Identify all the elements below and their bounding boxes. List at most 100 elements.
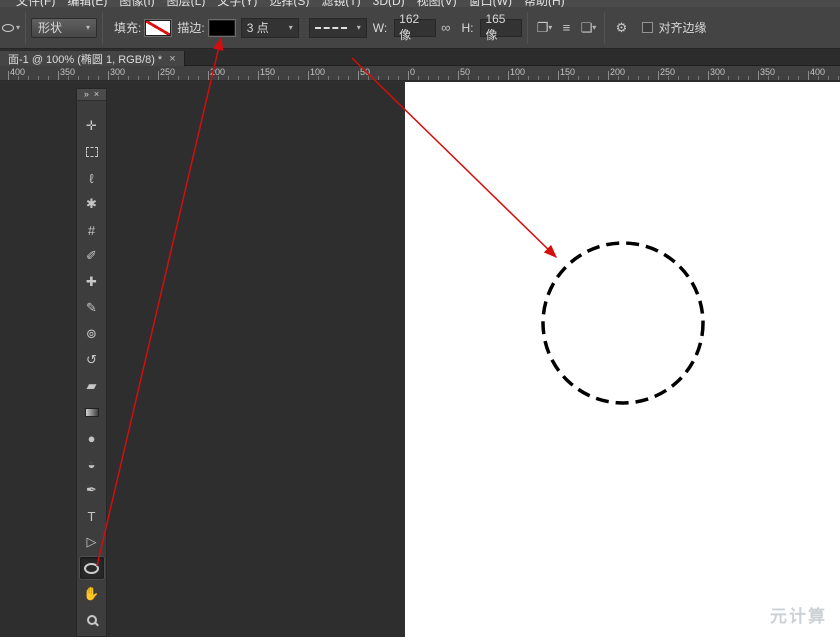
rectangular-marquee-tool[interactable] bbox=[80, 141, 104, 163]
stroke-label: 描边: bbox=[177, 19, 204, 36]
ruler-label: 400 bbox=[810, 67, 825, 77]
path-arrangement-icon: ❏ bbox=[581, 20, 593, 36]
align-edges-checkbox[interactable] bbox=[642, 22, 653, 33]
tools-panel-header: » × bbox=[77, 89, 106, 101]
document-tab[interactable]: 面-1 @ 100% (椭圆 1, RGB/8) * × bbox=[0, 51, 185, 67]
tool-preset-picker[interactable]: ▾ bbox=[2, 24, 20, 32]
ruler-label: 250 bbox=[660, 67, 675, 77]
width-label: W: bbox=[373, 21, 387, 35]
eyedropper-tool[interactable]: ✐ bbox=[80, 245, 104, 267]
chevron-down-icon: ▾ bbox=[16, 24, 20, 32]
stroke-width-value: 3 点 bbox=[247, 19, 269, 36]
ruler-label: 400 bbox=[10, 67, 25, 77]
shape-width-input[interactable]: 162 像 bbox=[394, 19, 436, 37]
stroke-style-select[interactable]: ▾ bbox=[309, 18, 367, 38]
gear-icon: ⚙ bbox=[616, 20, 628, 36]
menu-item[interactable]: 图像(I) bbox=[119, 0, 154, 7]
horizontal-ruler[interactable]: 4003503002502001501005005010015020025030… bbox=[0, 66, 840, 81]
dodge-tool[interactable]: ◒ bbox=[80, 453, 104, 475]
gradient-tool[interactable] bbox=[80, 401, 104, 423]
ruler-label: 350 bbox=[760, 67, 775, 77]
ruler-label: 300 bbox=[110, 67, 125, 77]
menu-item[interactable]: 图层(L) bbox=[167, 0, 206, 7]
path-alignment-button[interactable]: ≡ bbox=[555, 18, 577, 38]
menu-item[interactable]: 滤镜(T) bbox=[321, 0, 360, 7]
menu-bar: 文件(F) 编辑(E) 图像(I) 图层(L) 文字(Y) 选择(S) 滤镜(T) 3D(D)… bbox=[0, 0, 840, 7]
ellipse-tool[interactable] bbox=[80, 557, 104, 579]
ruler-label: 250 bbox=[160, 67, 175, 77]
type-tool[interactable]: T bbox=[80, 505, 104, 527]
crop-tool[interactable]: # bbox=[80, 219, 104, 241]
dashed-stroke-icon bbox=[315, 27, 347, 29]
ruler-label: 350 bbox=[60, 67, 75, 77]
menu-item[interactable]: 3D(D) bbox=[373, 0, 405, 7]
menu-item[interactable]: 帮助(H) bbox=[524, 0, 565, 7]
chevron-down-icon: ▾ bbox=[357, 24, 361, 32]
ruler-label: 200 bbox=[210, 67, 225, 77]
link-dimensions-icon[interactable]: ∞ bbox=[441, 20, 450, 35]
menu-item[interactable]: 文字(Y) bbox=[217, 0, 257, 7]
tools-list: ✛ ℓ ✱ # ✐ ✚ ✎ ⊚ ↺ ▰ ● ◒ ✒ T ▷ ✋ bbox=[77, 101, 106, 631]
document-canvas[interactable]: 元计算 bbox=[405, 82, 840, 637]
chevron-down-icon: ▾ bbox=[86, 24, 90, 32]
tool-mode-select[interactable]: 形状 ▾ bbox=[31, 18, 97, 38]
tool-mode-value: 形状 bbox=[38, 19, 62, 36]
shape-height-input[interactable]: 165 像 bbox=[480, 19, 522, 37]
tools-panel: » × ✛ ℓ ✱ # ✐ ✚ ✎ ⊚ ↺ ▰ ● ◒ ✒ T ▷ ✋ bbox=[76, 88, 107, 637]
chevron-down-icon: ▾ bbox=[592, 24, 596, 32]
document-tab-bar: 面-1 @ 100% (椭圆 1, RGB/8) * × bbox=[0, 50, 840, 66]
ruler-label: 150 bbox=[560, 67, 575, 77]
ruler-label: 200 bbox=[610, 67, 625, 77]
ellipse-preset-icon bbox=[2, 24, 14, 32]
close-panel-icon[interactable]: × bbox=[94, 90, 99, 99]
menu-item[interactable]: 选择(S) bbox=[269, 0, 309, 7]
ruler-label: 50 bbox=[360, 67, 370, 77]
path-arrangement-button[interactable]: ❏ ▾ bbox=[577, 18, 599, 38]
close-icon[interactable]: × bbox=[169, 53, 175, 65]
eraser-tool[interactable]: ▰ bbox=[80, 375, 104, 397]
chevron-down-icon: ▾ bbox=[289, 24, 293, 32]
fill-label: 填充: bbox=[114, 19, 141, 36]
shape-width-value: 162 像 bbox=[399, 12, 431, 43]
menu-item[interactable]: 编辑(E) bbox=[67, 0, 107, 7]
blur-tool[interactable]: ● bbox=[80, 427, 104, 449]
separator bbox=[102, 12, 103, 44]
zoom-tool-icon bbox=[87, 615, 97, 625]
menu-item[interactable]: 视图(V) bbox=[417, 0, 457, 7]
history-brush-tool[interactable]: ↺ bbox=[80, 349, 104, 371]
separator bbox=[604, 12, 605, 44]
stroke-width-select[interactable]: 3 点 ▾ bbox=[241, 18, 299, 38]
ruler-label: 100 bbox=[310, 67, 325, 77]
quick-selection-tool[interactable]: ✱ bbox=[80, 193, 104, 215]
path-selection-tool[interactable]: ▷ bbox=[80, 531, 104, 553]
separator bbox=[25, 12, 26, 44]
separator bbox=[527, 12, 528, 44]
height-label: H: bbox=[461, 21, 473, 35]
watermark-text: 元计算 bbox=[770, 602, 827, 627]
ruler-label: 150 bbox=[260, 67, 275, 77]
chevron-down-icon: ▾ bbox=[548, 24, 552, 32]
ruler-label: 100 bbox=[510, 67, 525, 77]
fill-color-swatch[interactable] bbox=[145, 20, 171, 36]
menu-item[interactable]: 窗口(W) bbox=[469, 0, 512, 7]
align-edges-label: 对齐边缘 bbox=[658, 19, 706, 36]
pen-tool[interactable]: ✒ bbox=[80, 479, 104, 501]
shape-height-value: 165 像 bbox=[485, 12, 517, 43]
collapse-panel-icon[interactable]: » bbox=[84, 90, 89, 99]
move-tool[interactable]: ✛ bbox=[80, 115, 104, 137]
shape-settings-button[interactable]: ⚙ bbox=[610, 18, 632, 38]
lasso-tool[interactable]: ℓ bbox=[80, 167, 104, 189]
stroke-color-swatch[interactable] bbox=[209, 20, 235, 36]
clone-stamp-tool[interactable]: ⊚ bbox=[80, 323, 104, 345]
drawn-shape-layer bbox=[405, 82, 840, 637]
zoom-tool[interactable] bbox=[80, 609, 104, 631]
brush-tool[interactable]: ✎ bbox=[80, 297, 104, 319]
path-operations-button[interactable]: ❐ ▾ bbox=[533, 18, 555, 38]
hand-tool[interactable]: ✋ bbox=[80, 583, 104, 605]
spot-healing-brush-tool[interactable]: ✚ bbox=[80, 271, 104, 293]
document-tab-title: 面-1 @ 100% (椭圆 1, RGB/8) * bbox=[8, 51, 162, 67]
ruler-label: 0 bbox=[410, 67, 415, 77]
ruler-label: 50 bbox=[460, 67, 470, 77]
menu-item[interactable]: 文件(F) bbox=[16, 0, 55, 7]
dashed-ellipse-shape[interactable] bbox=[543, 243, 703, 403]
